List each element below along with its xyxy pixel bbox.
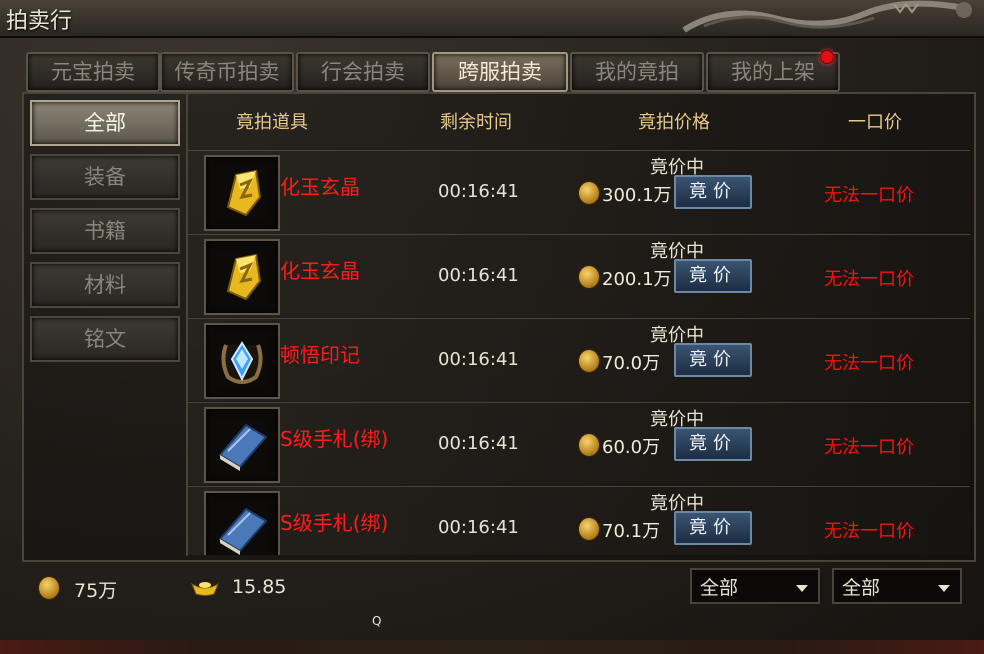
auction-row[interactable]: S级手札(绑) 00:16:41 竟价中 70.1万 竟价 无法一口价 [188, 486, 970, 555]
bid-price: 70.0万 [602, 353, 661, 374]
category-equipment[interactable]: 装备 [30, 154, 180, 200]
filter-dropdown-1[interactable]: 全部 [690, 568, 820, 604]
buyout-status: 无法一口价 [824, 185, 914, 206]
auction-row[interactable]: 顿悟印记 00:16:41 竟价中 70.0万 竟价 无法一口价 [188, 318, 970, 401]
footer-glyph: Q [372, 614, 382, 628]
bid-button[interactable]: 竟价 [674, 511, 752, 545]
auction-row[interactable]: S级手札(绑) 00:16:41 竟价中 60.0万 竟价 无法一口价 [188, 402, 970, 485]
column-header-time: 剩余时间 [440, 112, 512, 133]
remaining-time: 00:16:41 [438, 265, 519, 286]
notification-badge [820, 50, 834, 64]
category-materials[interactable]: 材料 [30, 262, 180, 308]
dragon-ornament-icon [682, 0, 972, 33]
item-name[interactable]: S级手札(绑) [280, 423, 388, 452]
bid-price: 200.1万 [602, 269, 672, 290]
item-name[interactable]: 化玉玄晶 [280, 171, 360, 200]
item-slot[interactable] [204, 155, 280, 231]
coin-balance: 75万 [74, 580, 118, 602]
blue-gem-emblem-icon [221, 341, 263, 384]
auction-row[interactable]: 化玉玄晶 00:16:41 竟价中 300.1万 竟价 无法一口价 [188, 150, 970, 233]
item-name[interactable]: 顿悟印记 [280, 339, 360, 368]
item-slot[interactable] [204, 239, 280, 315]
coin-icon [38, 576, 60, 600]
tab-cross-server-auction[interactable]: 跨服拍卖 [432, 52, 568, 92]
item-name[interactable]: S级手札(绑) [280, 507, 388, 536]
bid-button[interactable]: 竟价 [674, 259, 752, 293]
coin-icon [578, 181, 600, 205]
buyout-status: 无法一口价 [824, 269, 914, 290]
column-header-buyout: 一口价 [848, 112, 902, 133]
blue-book-icon [218, 423, 268, 471]
buyout-status: 无法一口价 [824, 437, 914, 458]
bid-price: 70.1万 [602, 521, 661, 542]
bid-button[interactable]: 竟价 [674, 427, 752, 461]
buyout-status: 无法一口价 [824, 521, 914, 542]
filter-dropdown-value: 全部 [842, 577, 881, 599]
gold-ingot-icon [190, 582, 220, 596]
title-bar[interactable]: 拍卖行 [0, 0, 984, 38]
window-title: 拍卖行 [6, 9, 73, 34]
category-all[interactable]: 全部 [30, 100, 180, 146]
remaining-time: 00:16:41 [438, 181, 519, 202]
bottom-border-ornament [0, 640, 984, 654]
tab-my-bids[interactable]: 我的竟拍 [570, 52, 704, 92]
tab-guild-auction[interactable]: 行会拍卖 [296, 52, 430, 92]
remaining-time: 00:16:41 [438, 433, 519, 454]
bid-price: 60.0万 [602, 437, 661, 458]
chevron-down-icon [796, 585, 808, 592]
auction-row[interactable]: 化玉玄晶 00:16:41 竟价中 200.1万 竟价 无法一口价 [188, 234, 970, 317]
auction-window: 拍卖行 元宝拍卖 传奇币拍卖 行会拍卖 跨服拍卖 我的竟拍 我的上架 全部 装备… [0, 0, 984, 654]
item-name[interactable]: 化玉玄晶 [280, 255, 360, 284]
item-slot[interactable] [204, 323, 280, 399]
bid-price: 300.1万 [602, 185, 672, 206]
tab-legend-coin-auction[interactable]: 传奇币拍卖 [160, 52, 294, 92]
coin-icon [578, 265, 600, 289]
filter-dropdown-value: 全部 [700, 577, 739, 599]
gold-crystal-icon [226, 169, 262, 217]
coin-icon [578, 517, 600, 541]
chevron-down-icon [938, 585, 950, 592]
category-inscriptions[interactable]: 铭文 [30, 316, 180, 362]
column-header-item: 竟拍道具 [236, 112, 308, 133]
blue-book-icon [218, 507, 268, 555]
remaining-time: 00:16:41 [438, 517, 519, 538]
item-slot[interactable] [204, 407, 280, 483]
bid-button[interactable]: 竟价 [674, 343, 752, 377]
category-books[interactable]: 书籍 [30, 208, 180, 254]
item-slot[interactable] [204, 491, 280, 555]
filter-dropdown-2[interactable]: 全部 [832, 568, 962, 604]
coin-icon [578, 349, 600, 373]
ingot-balance: 15.85 [232, 576, 287, 598]
category-sidebar: 全部 装备 书籍 材料 铭文 [24, 94, 188, 556]
gold-crystal-icon [226, 253, 262, 301]
bid-button[interactable]: 竟价 [674, 175, 752, 209]
column-header-price: 竟拍价格 [638, 112, 710, 133]
tab-yuanbao-auction[interactable]: 元宝拍卖 [26, 52, 160, 92]
buyout-status: 无法一口价 [824, 353, 914, 374]
coin-icon [578, 433, 600, 457]
remaining-time: 00:16:41 [438, 349, 519, 370]
